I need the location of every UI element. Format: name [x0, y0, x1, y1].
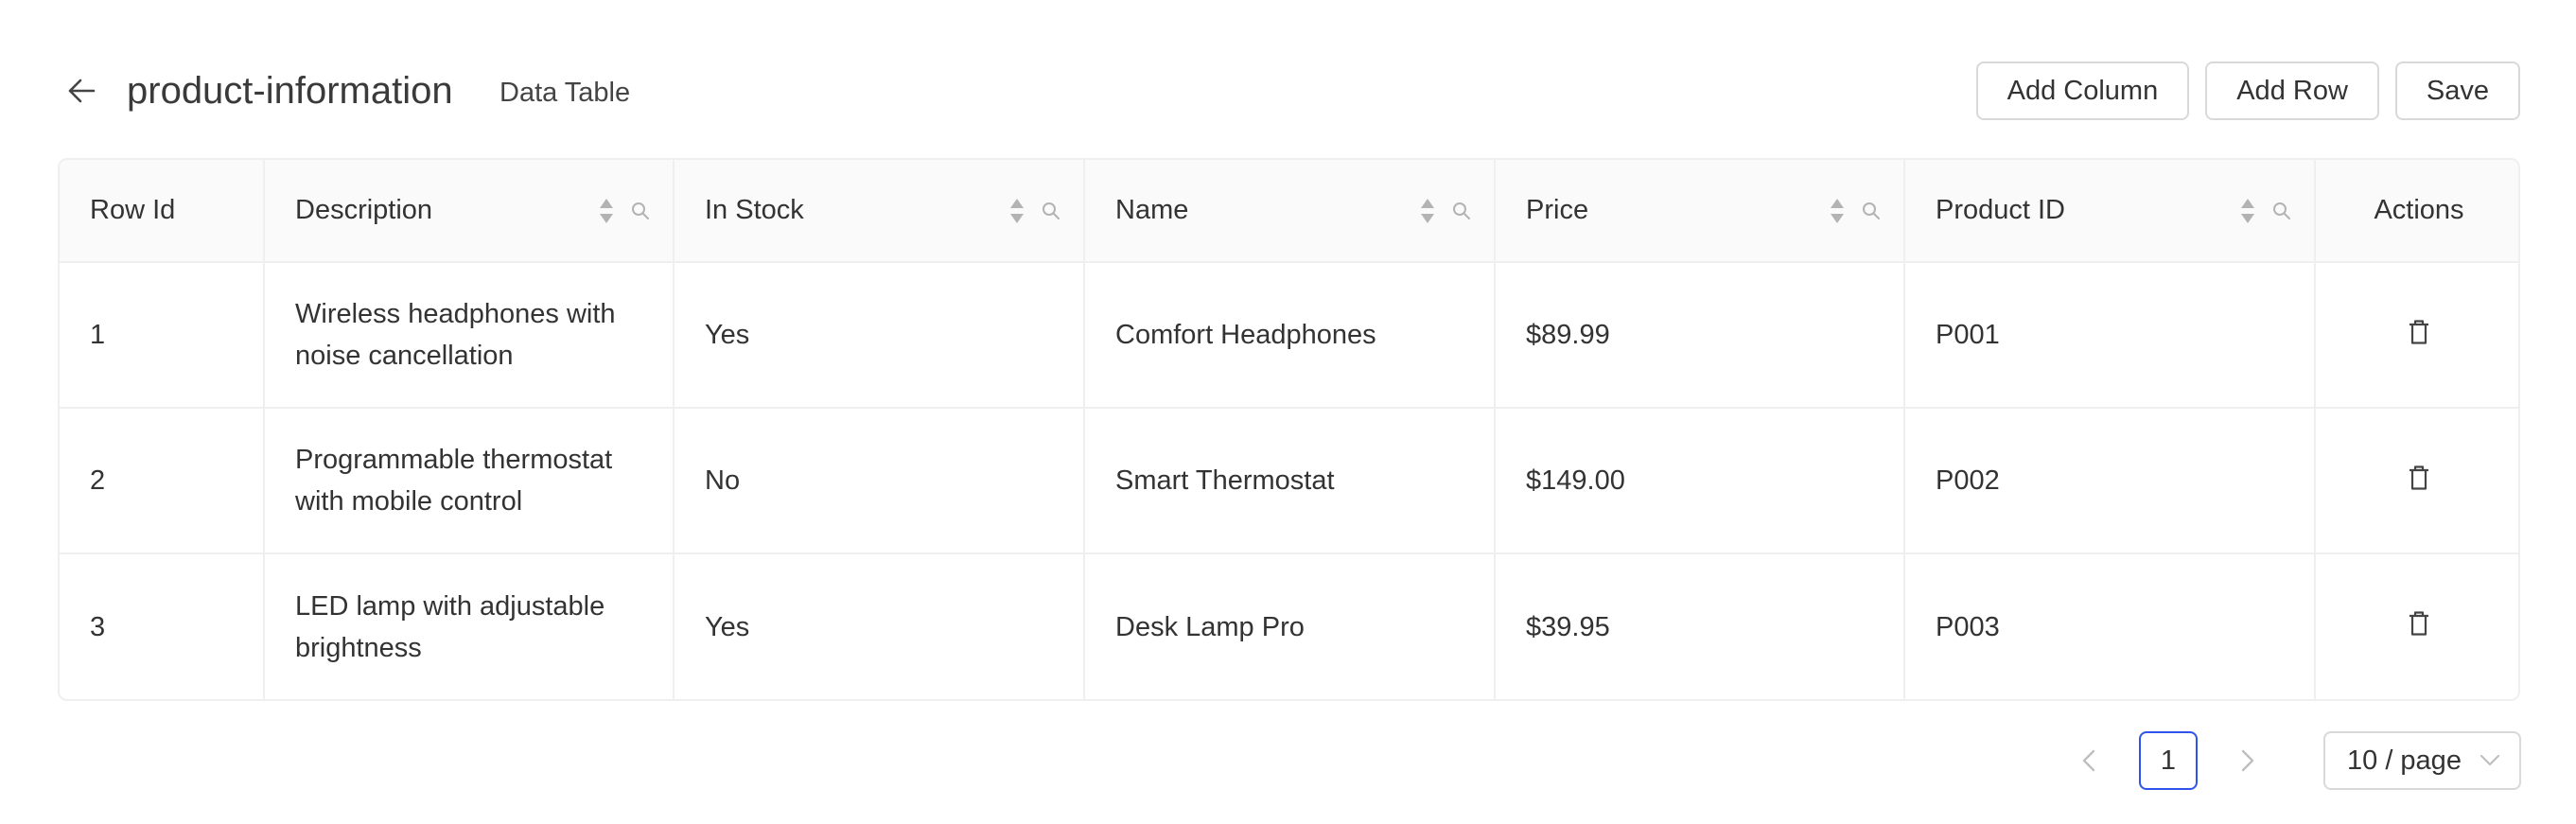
- cell-actions: [2315, 262, 2518, 409]
- cell-name: Smart Thermostat: [1084, 408, 1496, 554]
- sort-icon[interactable]: [1420, 197, 1435, 225]
- cell-product-id: P001: [1904, 262, 2316, 409]
- cell-description: Programmable thermostat with mobile cont…: [264, 408, 675, 554]
- cell-row-id: 2: [60, 408, 265, 554]
- table-row: 2 Programmable thermostat with mobile co…: [60, 408, 2518, 554]
- page-title: product-information: [127, 70, 453, 112]
- prev-page-button[interactable]: [2060, 731, 2117, 790]
- cell-actions: [2315, 408, 2518, 554]
- trash-icon: [2410, 611, 2428, 636]
- column-header-row-id: Row Id: [60, 160, 265, 263]
- add-column-button[interactable]: Add Column: [1975, 61, 2190, 120]
- toolbar: Add Column Add Row Save: [1975, 61, 2520, 120]
- search-icon[interactable]: [1862, 202, 1881, 220]
- cell-price: $89.99: [1495, 262, 1905, 409]
- sort-icon[interactable]: [1009, 197, 1025, 225]
- search-icon[interactable]: [631, 202, 650, 220]
- next-page-button[interactable]: [2219, 731, 2276, 790]
- back-button[interactable]: [62, 74, 100, 108]
- page-header: product-information Data Table Add Colum…: [0, 0, 2576, 151]
- cell-description: Wireless headphones with noise cancellat…: [264, 262, 675, 409]
- delete-row-button[interactable]: [2400, 313, 2438, 351]
- column-header-in-stock: In Stock: [674, 160, 1085, 263]
- chevron-right-icon: [2241, 749, 2254, 772]
- page-number-current[interactable]: 1: [2139, 731, 2198, 790]
- cell-product-id: P002: [1904, 408, 2316, 554]
- page-subtitle: Data Table: [499, 78, 631, 108]
- column-header-product-id: Product ID: [1904, 160, 2316, 263]
- search-icon[interactable]: [1452, 202, 1471, 220]
- cell-price: $149.00: [1495, 408, 1905, 554]
- sort-icon[interactable]: [1830, 197, 1845, 225]
- page-size-select[interactable]: 10 / page: [2323, 731, 2521, 790]
- cell-actions: [2315, 553, 2518, 699]
- cell-in-stock: No: [674, 408, 1085, 554]
- add-row-button[interactable]: Add Row: [2205, 61, 2379, 120]
- column-header-label: Row Id: [90, 195, 176, 225]
- arrow-left-icon: [68, 79, 96, 103]
- sort-icon[interactable]: [2240, 197, 2255, 225]
- column-header-label: Product ID: [1936, 195, 2065, 225]
- save-button[interactable]: Save: [2394, 61, 2520, 120]
- chevron-left-icon: [2082, 749, 2095, 772]
- cell-row-id: 1: [60, 262, 265, 409]
- column-header-actions: Actions: [2315, 160, 2518, 263]
- delete-row-button[interactable]: [2400, 605, 2438, 642]
- cell-price: $39.95: [1495, 553, 1905, 699]
- cell-product-id: P003: [1904, 553, 2316, 699]
- cell-row-id: 3: [60, 553, 265, 699]
- delete-row-button[interactable]: [2400, 459, 2438, 497]
- sort-icon[interactable]: [599, 197, 614, 225]
- pagination: 1 10 / page: [2060, 731, 2521, 790]
- data-table: Row Id Description In Stock Name Price P…: [58, 158, 2520, 701]
- table-header-row: Row Id Description In Stock Name Price P…: [60, 160, 2518, 263]
- column-header-label: Price: [1526, 195, 1589, 225]
- column-header-label: Actions: [2374, 195, 2464, 225]
- table-row: 1 Wireless headphones with noise cancell…: [60, 262, 2518, 409]
- cell-description: LED lamp with adjustable brightness: [264, 553, 675, 699]
- column-header-price: Price: [1495, 160, 1905, 263]
- cell-name: Desk Lamp Pro: [1084, 553, 1496, 699]
- trash-icon: [2410, 319, 2428, 344]
- cell-in-stock: Yes: [674, 553, 1085, 699]
- column-header-label: In Stock: [705, 195, 804, 225]
- cell-name: Comfort Headphones: [1084, 262, 1496, 409]
- trash-icon: [2410, 465, 2428, 490]
- search-icon[interactable]: [2272, 202, 2291, 220]
- chevron-down-icon: [2480, 754, 2500, 766]
- search-icon[interactable]: [1042, 202, 1060, 220]
- page-size-value: 10 / page: [2347, 745, 2462, 776]
- column-header-description: Description: [264, 160, 675, 263]
- table-row: 3 LED lamp with adjustable brightness Ye…: [60, 553, 2518, 699]
- cell-in-stock: Yes: [674, 262, 1085, 409]
- column-header-label: Description: [295, 195, 433, 225]
- column-header-name: Name: [1084, 160, 1496, 263]
- column-header-label: Name: [1115, 195, 1189, 225]
